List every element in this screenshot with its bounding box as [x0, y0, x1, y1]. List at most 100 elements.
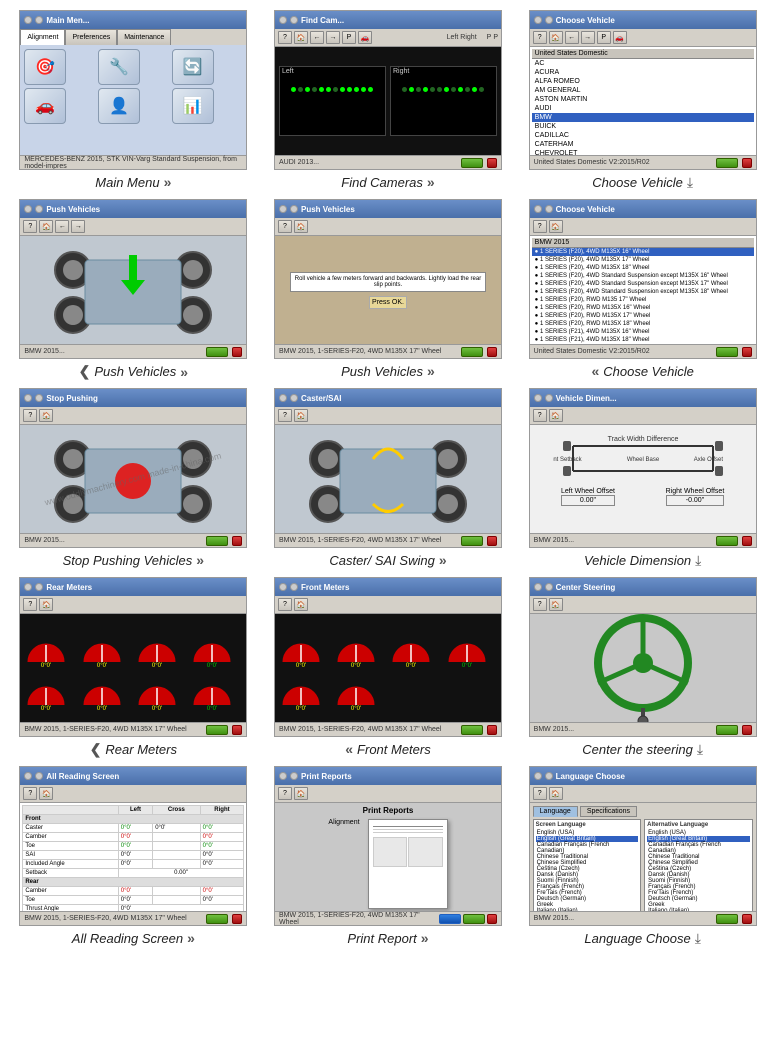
vlist-caterham[interactable]: CATERHAM — [532, 140, 754, 149]
ok-push1[interactable] — [206, 347, 228, 357]
cv2-model-12[interactable]: ● 1 SERIES (F21), 4WD M135X 18" Wheel — [532, 336, 754, 344]
rear-tb-2[interactable]: 🏠 — [39, 598, 53, 611]
cancel-reading[interactable] — [232, 914, 242, 924]
cv2-model-11[interactable]: ● 1 SERIES (F21), 4WD M135X 16" Wheel — [532, 328, 754, 336]
cancel-dim[interactable] — [742, 536, 752, 546]
cancel-print[interactable] — [487, 914, 497, 924]
ok-dim[interactable] — [716, 536, 738, 546]
cancel-cv1[interactable] — [742, 158, 752, 168]
ok-print[interactable] — [463, 914, 485, 924]
cv2-model-3[interactable]: ● 1 SERIES (F20), 4WD M135X 18" Wheel — [532, 264, 754, 272]
cv2-model-2[interactable]: ● 1 SERIES (F20), 4WD M135X 17" Wheel — [532, 256, 754, 264]
cancel-stop[interactable] — [232, 536, 242, 546]
tab-preferences[interactable]: Preferences — [65, 29, 117, 45]
cancel-front[interactable] — [487, 725, 497, 735]
lang-alt-ca-fr[interactable]: Canadian Français (French Canadian) — [647, 842, 750, 854]
cv1-tb-6[interactable]: 🚗 — [613, 31, 627, 44]
cv2-model-5[interactable]: ● 1 SERIES (F20), 4WD Standard Suspensio… — [532, 280, 754, 288]
menu-icon-4[interactable]: 🚗 — [24, 88, 66, 124]
vlist-buick[interactable]: BUICK — [532, 122, 754, 131]
ok-caster[interactable] — [461, 536, 483, 546]
cancel-rear[interactable] — [232, 725, 242, 735]
cv1-tb-3[interactable]: ← — [565, 31, 579, 44]
menu-icon-2[interactable]: 🔧 — [98, 49, 140, 85]
cv2-model-7[interactable]: ● 1 SERIES (F20), RWD M135 17" Wheel — [532, 296, 754, 304]
cv2-model-8[interactable]: ● 1 SERIES (F20), RWD M135X 16" Wheel — [532, 304, 754, 312]
cast-tb-2[interactable]: 🏠 — [294, 409, 308, 422]
cv2-tb-2[interactable]: 🏠 — [549, 220, 563, 233]
front-tb-2[interactable]: 🏠 — [294, 598, 308, 611]
menu-icon-3[interactable]: 🔄 — [172, 49, 214, 85]
cancel-push1[interactable] — [232, 347, 242, 357]
rear-tb-1[interactable]: ? — [23, 598, 37, 611]
cancel-push2[interactable] — [487, 347, 497, 357]
ok-reading[interactable] — [206, 914, 228, 924]
ok-stop[interactable] — [206, 536, 228, 546]
vlist-chevrolet[interactable]: CHEVROLET — [532, 149, 754, 155]
vlist-audi[interactable]: AUDI — [532, 104, 754, 113]
steer-tb-2[interactable]: 🏠 — [549, 598, 563, 611]
push1-tb-4[interactable]: → — [71, 220, 85, 233]
stop-tb-1[interactable]: ? — [23, 409, 37, 422]
steer-tb-1[interactable]: ? — [533, 598, 547, 611]
ok-cv2[interactable] — [716, 347, 738, 357]
ok-button-cam[interactable] — [461, 158, 483, 168]
lang-tb-1[interactable]: ? — [533, 787, 547, 800]
cv1-tb-4[interactable]: → — [581, 31, 595, 44]
toolbar-btn-2[interactable]: 🏠 — [294, 31, 308, 44]
cv2-model-1[interactable]: ● 1 SERIES (F20), 4WD M135X 16" Wheel — [532, 248, 754, 256]
ok-front[interactable] — [461, 725, 483, 735]
cv2-model-10[interactable]: ● 1 SERIES (F20), RWD M135X 18" Wheel — [532, 320, 754, 328]
ok-steer[interactable] — [716, 725, 738, 735]
menu-icon-1[interactable]: 🎯 — [24, 49, 66, 85]
lang-tab-language[interactable]: Language — [533, 806, 578, 817]
lang-alt-it[interactable]: Italiano (Italian) — [647, 908, 750, 911]
stop-tb-2[interactable]: 🏠 — [39, 409, 53, 422]
push1-tb-2[interactable]: 🏠 — [39, 220, 53, 233]
vlist-ac[interactable]: AC — [532, 59, 754, 68]
push1-tb-3[interactable]: ← — [55, 220, 69, 233]
ok-push2[interactable] — [461, 347, 483, 357]
toolbar-btn-6[interactable]: 🚗 — [358, 31, 372, 44]
ok-lang[interactable] — [716, 914, 738, 924]
lang-ca-fr[interactable]: Canadian Français (French Canadian) — [536, 842, 639, 854]
ok-cv1[interactable] — [716, 158, 738, 168]
vlist-am[interactable]: AM GENERAL — [532, 86, 754, 95]
cv2-model-6[interactable]: ● 1 SERIES (F20), 4WD Standard Suspensio… — [532, 288, 754, 296]
vlist-aston[interactable]: ASTON MARTIN — [532, 95, 754, 104]
read-tb-1[interactable]: ? — [23, 787, 37, 800]
push2-tb-1[interactable]: ? — [278, 220, 292, 233]
cv1-tb-1[interactable]: ? — [533, 31, 547, 44]
toolbar-btn-4[interactable]: → — [326, 31, 340, 44]
cancel-lang[interactable] — [742, 914, 752, 924]
cv2-model-9[interactable]: ● 1 SERIES (F20), RWD M135X 17" Wheel — [532, 312, 754, 320]
lang-tb-2[interactable]: 🏠 — [549, 787, 563, 800]
cv1-tb-2[interactable]: 🏠 — [549, 31, 563, 44]
toolbar-btn-1[interactable]: ? — [278, 31, 292, 44]
read-tb-2[interactable]: 🏠 — [39, 787, 53, 800]
menu-icon-5[interactable]: 👤 — [98, 88, 140, 124]
tab-alignment[interactable]: Alignment — [20, 29, 65, 45]
cv1-tb-5[interactable]: P — [597, 31, 611, 44]
cv2-tb-1[interactable]: ? — [533, 220, 547, 233]
cancel-cv2[interactable] — [742, 347, 752, 357]
menu-icon-6[interactable]: 📊 — [172, 88, 214, 124]
cancel-button-cam[interactable] — [487, 158, 497, 168]
vlist-cadillac[interactable]: CADILLAC — [532, 131, 754, 140]
cast-tb-1[interactable]: ? — [278, 409, 292, 422]
print-btn[interactable] — [439, 914, 461, 924]
cv2-model-4[interactable]: ● 1 SERIES (F20), 4WD Standard Suspensio… — [532, 272, 754, 280]
lang-tab-specs[interactable]: Specifications — [580, 806, 637, 817]
vlist-bmw[interactable]: BMW — [532, 113, 754, 122]
toolbar-btn-3[interactable]: ← — [310, 31, 324, 44]
push1-tb-1[interactable]: ? — [23, 220, 37, 233]
print-opt-alignment[interactable]: Alignment — [328, 819, 359, 826]
push2-tb-2[interactable]: 🏠 — [294, 220, 308, 233]
ok-rear[interactable] — [206, 725, 228, 735]
lang-it[interactable]: Italiano (Italian) — [536, 908, 639, 911]
dim-right-offset[interactable]: -0.00" — [666, 495, 725, 506]
front-tb-1[interactable]: ? — [278, 598, 292, 611]
print-tb-2[interactable]: 🏠 — [294, 787, 308, 800]
dim-tb-1[interactable]: ? — [533, 409, 547, 422]
toolbar-btn-5[interactable]: P — [342, 31, 356, 44]
